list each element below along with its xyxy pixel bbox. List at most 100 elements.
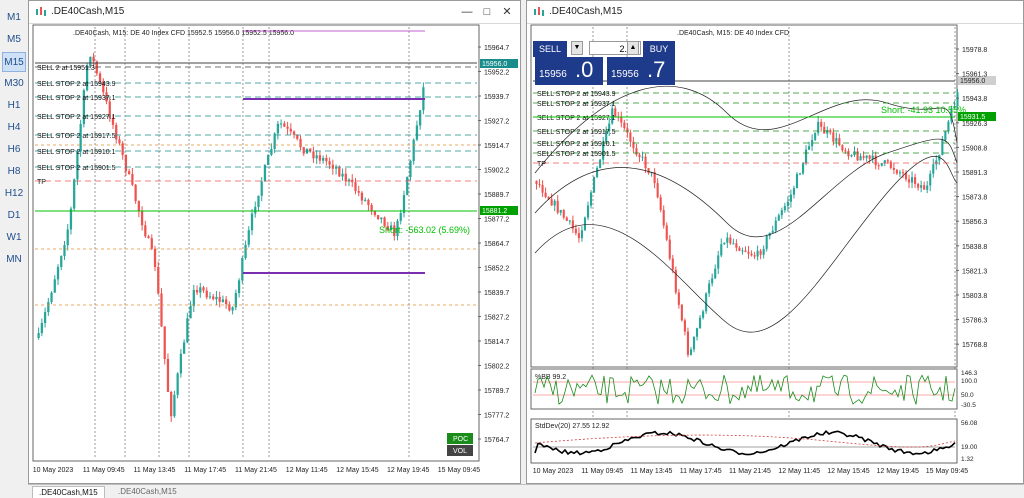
right-window-title: .DE40Cash,M15 <box>549 6 623 17</box>
timeframe-m5[interactable]: M5 <box>2 30 26 50</box>
candle-body <box>568 220 571 222</box>
left-time-label: 12 May 19:45 <box>387 467 430 474</box>
stddev-label: StdDev(20) 27.55 12.92 <box>535 423 609 430</box>
candle-body <box>399 212 402 221</box>
timeframe-h4[interactable]: H4 <box>2 118 26 138</box>
right-price-label: 15961.3 <box>962 72 987 79</box>
timeframe-w1[interactable]: W1 <box>2 228 26 248</box>
candle-body <box>838 138 841 146</box>
candle-body <box>553 200 556 206</box>
candle-body <box>286 126 289 129</box>
order-label: SELL STOP 2 at 15937.1 <box>37 95 116 102</box>
candle-body <box>195 290 199 293</box>
candle-body <box>859 156 862 161</box>
candle-body <box>811 139 814 147</box>
right-symbol-line: .DE40Cash, M15: DE 40 Index CFD <box>677 30 789 37</box>
candle-body <box>176 373 179 395</box>
candle-body <box>376 215 380 220</box>
candle-body <box>789 194 792 202</box>
left-time-label: 11 May 13:45 <box>134 467 176 474</box>
candle-body <box>208 296 212 298</box>
chart-tab-1[interactable]: .DE40Cash,M15 <box>32 486 105 498</box>
order-label: SELL STOP 2 at 15917.5 <box>37 133 116 140</box>
timeframe-h1[interactable]: H1 <box>2 96 26 116</box>
candle-body <box>373 210 377 216</box>
candle-body <box>37 333 40 339</box>
candle-body <box>583 217 587 231</box>
candle-body <box>671 258 674 270</box>
right-time-label: 10 May 2023 <box>533 468 574 475</box>
stddev-scale-label: 56.08 <box>961 420 978 427</box>
candle-body <box>647 168 650 174</box>
candle-body <box>759 250 762 255</box>
candle-body <box>215 296 218 300</box>
candle-body <box>732 243 735 245</box>
candle-body <box>638 154 641 158</box>
order-label: SELL STOP 2 at 15910.1 <box>537 141 616 148</box>
candle-body <box>868 155 871 159</box>
candle-body <box>299 138 302 148</box>
sell-button[interactable]: SELL <box>533 41 567 57</box>
candle-body <box>179 353 183 374</box>
left-profit-text: Short: -563.02 (5.69%) <box>379 225 470 235</box>
left-price-label: 15789.7 <box>484 388 509 395</box>
timeframe-h6[interactable]: H6 <box>2 140 26 160</box>
candle-body <box>947 121 950 132</box>
left-price-label: 15827.2 <box>484 315 509 322</box>
left-titlebar: .DE40Cash,M15 — □ ✕ <box>29 1 520 24</box>
sell-quote[interactable]: 15956 .0 <box>535 57 603 85</box>
left-price-chart[interactable]: .DE40Cash, M15: DE 40 Index CFD 15952.5 … <box>29 23 520 485</box>
candle-body <box>212 296 215 300</box>
candle-body <box>128 171 131 174</box>
candle-body <box>777 215 780 221</box>
right-time-label: 11 May 17:45 <box>680 468 722 475</box>
left-price-label: 15777.2 <box>484 413 509 420</box>
right-price-label: 15873.8 <box>962 195 987 202</box>
timeframe-mn[interactable]: MN <box>2 250 26 270</box>
candle-body <box>741 250 744 252</box>
volume-increase-button[interactable]: ▲ <box>627 41 639 55</box>
buy-quote[interactable]: 15956 .7 <box>607 57 675 85</box>
minimize-button[interactable]: — <box>458 4 476 20</box>
left-price-label: 15927.2 <box>484 119 509 126</box>
left-price-label: 15914.7 <box>484 143 509 150</box>
candle-body <box>592 176 596 193</box>
timeframe-m1[interactable]: M1 <box>2 8 26 28</box>
candle-body <box>192 290 195 307</box>
candle-body <box>254 206 257 214</box>
candle-body <box>157 267 160 294</box>
maximize-button[interactable]: □ <box>478 4 496 20</box>
timeframe-m30[interactable]: M30 <box>2 74 26 94</box>
close-button[interactable]: ✕ <box>498 4 516 20</box>
candle-body <box>153 248 157 268</box>
volume-decrease-button[interactable]: ▼ <box>571 41 583 55</box>
current-price-text: 15956.0 <box>960 78 985 85</box>
candle-body <box>698 317 702 329</box>
candle-body <box>711 278 714 284</box>
candle-body <box>60 256 63 267</box>
candle-body <box>538 184 541 186</box>
chart-tab-2[interactable]: .DE40Cash,M15 <box>112 486 183 497</box>
candle-body <box>328 161 331 165</box>
right-price-chart[interactable]: .DE40Cash, M15: DE 40 Index CFD SELL STO… <box>527 23 1023 485</box>
candle-body <box>283 123 286 127</box>
timeframe-m15[interactable]: M15 <box>2 52 26 72</box>
candle-body <box>124 154 128 172</box>
right-profit-text: Short: -41.93 10.55% <box>881 105 966 115</box>
timeframe-h8[interactable]: H8 <box>2 162 26 182</box>
candle-body <box>901 172 905 174</box>
left-time-label: 11 May 17:45 <box>184 467 226 474</box>
candle-body <box>923 185 926 190</box>
candle-body <box>850 155 853 157</box>
timeframe-d1[interactable]: D1 <box>2 206 26 226</box>
candle-body <box>257 195 260 207</box>
candle-body <box>914 177 917 184</box>
left-price-label: 15764.7 <box>484 437 509 444</box>
candle-body <box>250 213 254 231</box>
candle-body <box>877 165 880 167</box>
candle-body <box>644 156 647 169</box>
timeframe-h12[interactable]: H12 <box>2 184 26 204</box>
left-price-label: 15902.2 <box>484 168 509 175</box>
candle-body <box>596 168 599 177</box>
buy-button[interactable]: BUY <box>643 41 675 57</box>
